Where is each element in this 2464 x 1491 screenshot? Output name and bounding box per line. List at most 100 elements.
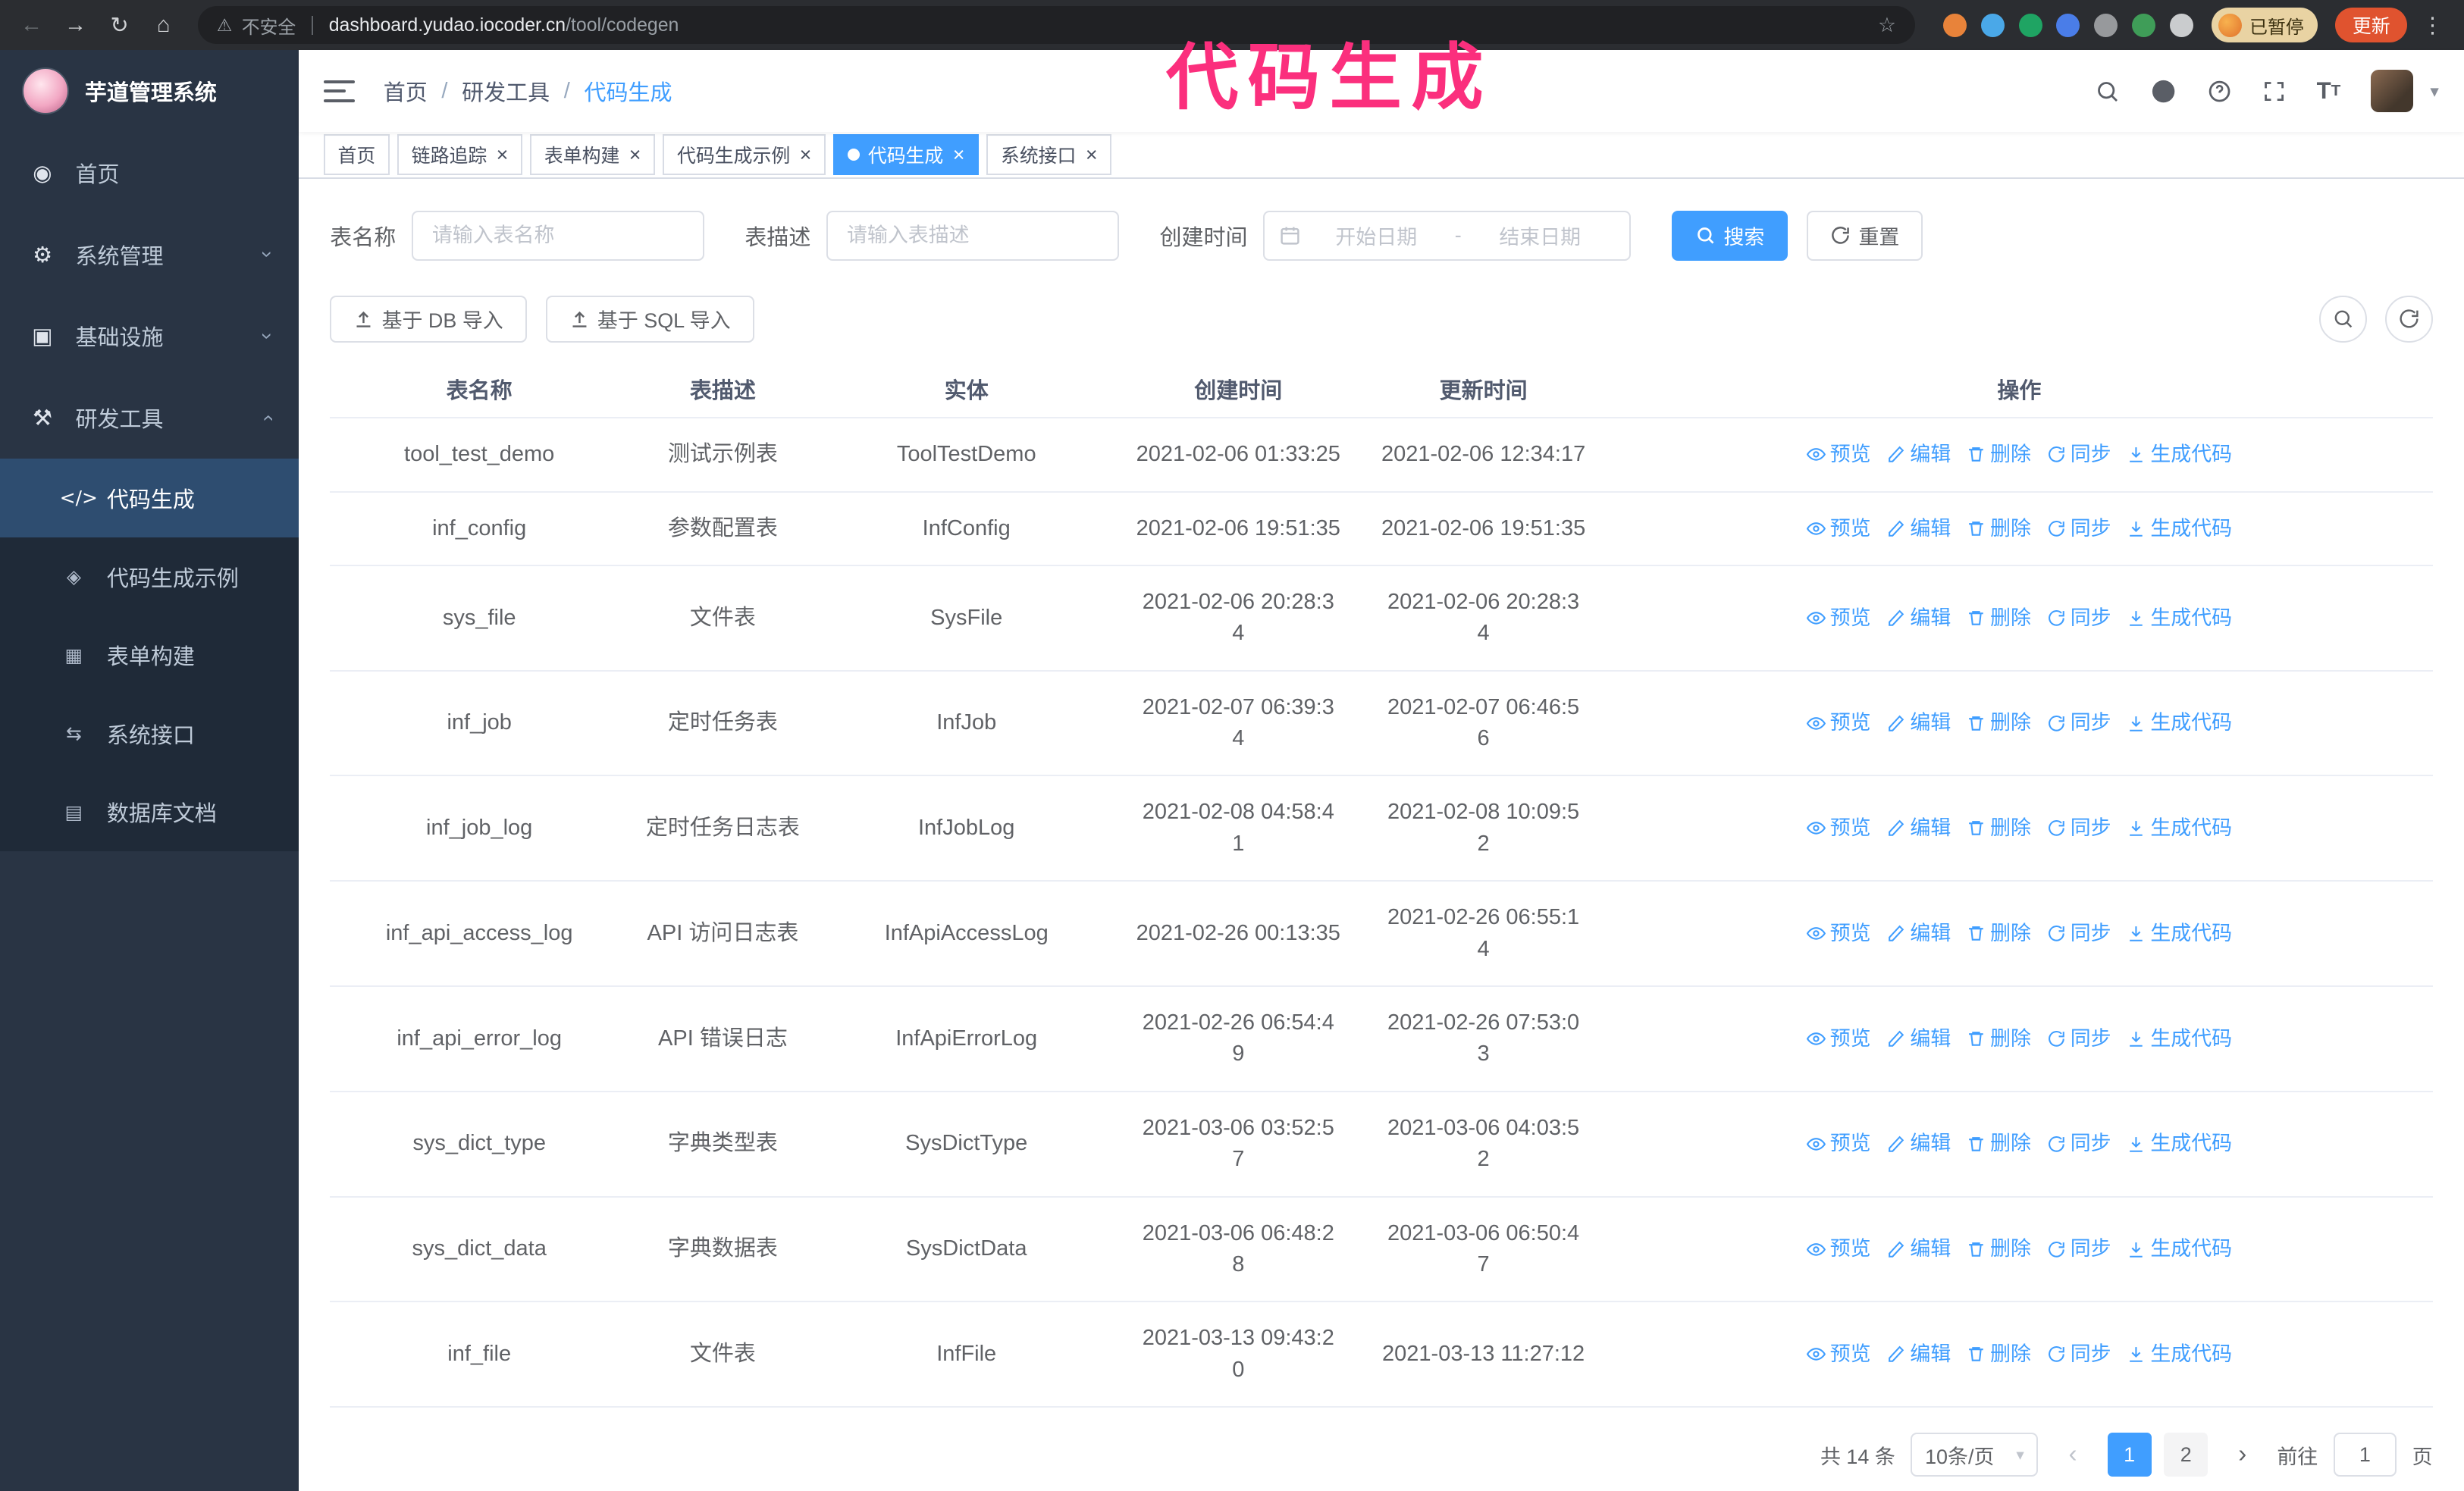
browser-update-button[interactable]: 更新	[2335, 8, 2408, 42]
action-sync[interactable]: 同步	[2047, 813, 2111, 844]
reset-button[interactable]: 重置	[1807, 210, 1923, 262]
extension-icon[interactable]	[2018, 13, 2042, 37]
sidebar-item-home[interactable]: ◉ 首页	[0, 132, 299, 214]
extension-icon[interactable]	[1943, 13, 1967, 37]
action-edit[interactable]: 编辑	[1886, 603, 1951, 634]
action-edit[interactable]: 编辑	[1886, 1128, 1951, 1159]
next-page-icon[interactable]: ›	[2224, 1433, 2262, 1477]
browser-forward-icon[interactable]: →	[57, 6, 95, 44]
font-size-icon[interactable]: TT	[2317, 77, 2341, 105]
action-delete[interactable]: 删除	[1967, 707, 2031, 738]
close-icon[interactable]: ×	[800, 144, 812, 165]
action-edit[interactable]: 编辑	[1886, 918, 1951, 949]
search-icon[interactable]	[2095, 79, 2120, 104]
close-icon[interactable]: ×	[953, 144, 965, 165]
help-icon[interactable]	[2207, 79, 2232, 104]
sidebar-item-form-builder[interactable]: ▦ 表单构建	[0, 616, 299, 695]
action-generate[interactable]: 生成代码	[2127, 707, 2232, 738]
action-sync[interactable]: 同步	[2047, 707, 2111, 738]
sidebar-item-codegen-example[interactable]: ◈ 代码生成示例	[0, 537, 299, 616]
action-delete[interactable]: 删除	[1967, 1339, 2031, 1370]
action-preview[interactable]: 预览	[1806, 439, 1871, 470]
extension-icon[interactable]	[2131, 13, 2155, 37]
action-generate[interactable]: 生成代码	[2127, 1339, 2232, 1370]
tab-codegen-example[interactable]: 代码生成示例 ×	[663, 134, 826, 176]
action-preview[interactable]: 预览	[1806, 918, 1871, 949]
action-preview[interactable]: 预览	[1806, 603, 1871, 634]
chevron-down-icon[interactable]: ▾	[2430, 81, 2438, 102]
action-edit[interactable]: 编辑	[1886, 439, 1951, 470]
action-edit[interactable]: 编辑	[1886, 813, 1951, 844]
extension-icon[interactable]	[2094, 13, 2118, 37]
close-icon[interactable]: ×	[497, 144, 509, 165]
action-preview[interactable]: 预览	[1806, 513, 1871, 544]
action-sync[interactable]: 同步	[2047, 1023, 2111, 1054]
close-icon[interactable]: ×	[1086, 144, 1098, 165]
action-edit[interactable]: 编辑	[1886, 1023, 1951, 1054]
sidebar-logo[interactable]: 芋道管理系统	[0, 50, 299, 132]
sidebar-item-infra[interactable]: ▣ 基础设施 ›	[0, 296, 299, 377]
action-edit[interactable]: 编辑	[1886, 1339, 1951, 1370]
action-edit[interactable]: 编辑	[1886, 1233, 1951, 1264]
sidebar-item-system[interactable]: ⚙ 系统管理 ›	[0, 214, 299, 296]
prev-page-icon[interactable]: ‹	[2054, 1433, 2092, 1477]
action-sync[interactable]: 同步	[2047, 603, 2111, 634]
page-size-select[interactable]: 10条/页 ▾	[1911, 1433, 2039, 1477]
action-sync[interactable]: 同步	[2047, 1339, 2111, 1370]
breadcrumb-item[interactable]: 首页	[384, 75, 428, 107]
action-delete[interactable]: 删除	[1967, 918, 2031, 949]
action-sync[interactable]: 同步	[2047, 1128, 2111, 1159]
action-edit[interactable]: 编辑	[1886, 513, 1951, 544]
sidebar-item-devtools[interactable]: ⚒ 研发工具 ›	[0, 377, 299, 459]
sidebar-item-db-doc[interactable]: ▤ 数据库文档	[0, 772, 299, 852]
tab-home[interactable]: 首页	[323, 134, 390, 176]
action-sync[interactable]: 同步	[2047, 918, 2111, 949]
profile-paused-badge[interactable]: 已暂停	[2212, 8, 2318, 42]
browser-menu-icon[interactable]: ⋮	[2414, 12, 2452, 39]
extension-icon[interactable]	[2056, 13, 2080, 37]
action-preview[interactable]: 预览	[1806, 1023, 1871, 1054]
action-delete[interactable]: 删除	[1967, 813, 2031, 844]
action-preview[interactable]: 预览	[1806, 707, 1871, 738]
search-button[interactable]: 搜索	[1672, 210, 1788, 262]
action-generate[interactable]: 生成代码	[2127, 1128, 2232, 1159]
tab-codegen[interactable]: 代码生成 ×	[833, 134, 980, 176]
tab-trace[interactable]: 链路追踪 ×	[397, 134, 522, 176]
extension-icon[interactable]	[1980, 13, 2005, 37]
url-bar[interactable]: ⚠ 不安全 dashboard.yudao.iocoder.cn/tool/co…	[198, 6, 1915, 45]
action-generate[interactable]: 生成代码	[2127, 513, 2232, 544]
action-delete[interactable]: 删除	[1967, 603, 2031, 634]
sidebar-item-codegen[interactable]: </> 代码生成	[0, 459, 299, 537]
fullscreen-icon[interactable]	[2262, 79, 2287, 104]
page-button-2[interactable]: 2	[2164, 1433, 2209, 1477]
close-icon[interactable]: ×	[629, 144, 641, 165]
action-delete[interactable]: 删除	[1967, 1128, 2031, 1159]
action-generate[interactable]: 生成代码	[2127, 813, 2232, 844]
action-generate[interactable]: 生成代码	[2127, 1233, 2232, 1264]
action-generate[interactable]: 生成代码	[2127, 603, 2232, 634]
page-button-1[interactable]: 1	[2107, 1433, 2152, 1477]
import-sql-button[interactable]: 基于 SQL 导入	[545, 295, 754, 343]
action-sync[interactable]: 同步	[2047, 1233, 2111, 1264]
action-preview[interactable]: 预览	[1806, 1128, 1871, 1159]
hamburger-icon[interactable]	[323, 80, 356, 102]
table-name-input[interactable]	[412, 210, 704, 262]
action-sync[interactable]: 同步	[2047, 513, 2111, 544]
action-preview[interactable]: 预览	[1806, 813, 1871, 844]
action-generate[interactable]: 生成代码	[2127, 918, 2232, 949]
action-delete[interactable]: 删除	[1967, 1023, 2031, 1054]
import-db-button[interactable]: 基于 DB 导入	[330, 295, 527, 343]
sidebar-item-api[interactable]: ⇆ 系统接口	[0, 694, 299, 773]
action-delete[interactable]: 删除	[1967, 513, 2031, 544]
action-delete[interactable]: 删除	[1967, 1233, 2031, 1264]
bookmark-star-icon[interactable]: ☆	[1878, 14, 1896, 37]
extension-icon[interactable]	[2169, 13, 2193, 37]
action-preview[interactable]: 预览	[1806, 1233, 1871, 1264]
tab-form-builder[interactable]: 表单构建 ×	[530, 134, 656, 176]
browser-home-icon[interactable]: ⌂	[145, 6, 183, 44]
action-delete[interactable]: 删除	[1967, 439, 2031, 470]
action-sync[interactable]: 同步	[2047, 439, 2111, 470]
browser-back-icon[interactable]: ←	[13, 6, 51, 44]
goto-page-input[interactable]	[2333, 1433, 2397, 1477]
table-desc-input[interactable]	[826, 210, 1119, 262]
